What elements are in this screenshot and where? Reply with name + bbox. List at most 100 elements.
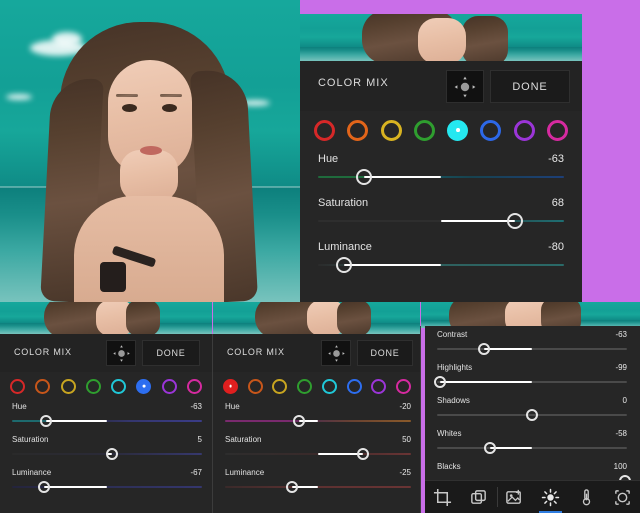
bottom-middle-photo-strip[interactable] xyxy=(213,302,420,334)
panel-header: COLOR MIX DONE xyxy=(300,61,582,111)
slider-whites[interactable]: Whites -58 xyxy=(437,429,627,462)
slider-thumb[interactable] xyxy=(477,343,490,355)
slider-label: Hue xyxy=(12,402,27,411)
color-swatch-blue[interactable] xyxy=(480,119,502,141)
slider-track[interactable] xyxy=(437,348,627,350)
slider-label: Luminance xyxy=(225,468,265,477)
slider-luminance[interactable]: Luminance -67 xyxy=(12,468,202,501)
done-button[interactable]: DONE xyxy=(357,340,413,366)
target-select-button[interactable] xyxy=(106,340,136,366)
slider-track[interactable] xyxy=(225,486,411,488)
color-swatch-yellow[interactable] xyxy=(272,378,288,394)
slider-value: -63 xyxy=(190,402,202,411)
color-swatch-yellow[interactable] xyxy=(60,378,76,394)
color-mix-panel-middle: COLOR MIX DONE Hue -20 Saturation 50 Luminan… xyxy=(213,334,420,513)
slider-thumb[interactable] xyxy=(433,376,446,388)
slider-shadows[interactable]: Shadows 0 xyxy=(437,396,627,429)
toolbar-layers-button[interactable] xyxy=(461,481,497,513)
layers-icon xyxy=(471,489,487,504)
edit-tools-toolbar[interactable] xyxy=(425,480,640,513)
color-swatch-magenta[interactable] xyxy=(186,378,202,394)
color-swatch-blue[interactable] xyxy=(136,378,152,394)
done-button[interactable]: DONE xyxy=(142,340,200,366)
color-swatch-blue[interactable] xyxy=(346,378,362,394)
toolbar-healing-button[interactable] xyxy=(496,481,533,513)
slider-label: Whites xyxy=(437,429,462,438)
toolbar-light-button[interactable] xyxy=(532,481,568,513)
color-swatch-orange[interactable] xyxy=(35,378,51,394)
done-button-label: DONE xyxy=(512,80,548,93)
slider-thumb[interactable] xyxy=(105,448,118,460)
slider-hue[interactable]: Hue -63 xyxy=(318,153,564,197)
slider-saturation[interactable]: Saturation 68 xyxy=(318,197,564,241)
color-swatch-green[interactable] xyxy=(297,378,313,394)
bottom-left-photo-strip[interactable] xyxy=(0,302,212,334)
slider-thumb[interactable] xyxy=(285,481,298,493)
color-swatch-orange[interactable] xyxy=(247,378,263,394)
slider-saturation[interactable]: Saturation 50 xyxy=(225,435,411,468)
color-mix-panel-left: COLOR MIX DONE Hue -63 Saturation 5 Luminanc… xyxy=(0,334,212,513)
slider-contrast[interactable]: Contrast -63 xyxy=(437,330,627,363)
slider-thumb[interactable] xyxy=(484,442,497,454)
color-swatch-aqua[interactable] xyxy=(447,119,469,141)
slider-thumb[interactable] xyxy=(355,169,372,185)
color-swatch-row[interactable] xyxy=(314,115,568,145)
slider-thumb[interactable] xyxy=(40,415,53,427)
slider-track[interactable] xyxy=(225,420,411,422)
color-swatch-aqua[interactable] xyxy=(321,378,337,394)
color-swatch-green[interactable] xyxy=(85,378,101,394)
color-swatch-red[interactable] xyxy=(314,119,335,141)
editor-photo-canvas[interactable] xyxy=(0,0,300,302)
panel-title: COLOR MIX xyxy=(227,347,285,357)
slider-saturation[interactable]: Saturation 5 xyxy=(12,435,202,468)
panel-divider xyxy=(212,334,213,513)
photo-subject-brow xyxy=(116,94,138,97)
slider-luminance[interactable]: Luminance -25 xyxy=(225,468,411,501)
slider-track[interactable] xyxy=(437,447,627,449)
slider-thumb[interactable] xyxy=(335,257,352,273)
toolbar-effects-button[interactable] xyxy=(604,481,640,513)
slider-thumb[interactable] xyxy=(526,409,538,421)
panel-header: COLOR MIX DONE xyxy=(213,334,420,372)
color-swatch-row[interactable] xyxy=(223,374,411,398)
color-swatch-purple[interactable] xyxy=(371,378,387,394)
slider-thumb[interactable] xyxy=(506,213,523,229)
toolbar-color-button[interactable] xyxy=(568,481,604,513)
target-select-button[interactable] xyxy=(321,340,351,366)
color-swatch-magenta[interactable] xyxy=(546,119,568,141)
toolbar-crop-button[interactable] xyxy=(425,481,461,513)
slider-thumb[interactable] xyxy=(293,415,306,427)
slider-value: 0 xyxy=(622,396,627,405)
bottom-right-photo-strip[interactable] xyxy=(421,302,640,328)
color-swatch-magenta[interactable] xyxy=(395,378,411,394)
slider-thumb[interactable] xyxy=(356,448,369,460)
color-swatch-red[interactable] xyxy=(10,378,25,394)
slider-label: Luminance xyxy=(12,468,52,477)
color-swatch-red[interactable] xyxy=(223,378,238,394)
color-swatch-purple[interactable] xyxy=(161,378,177,394)
slider-group: Hue -63 Saturation 68 Luminance -80 xyxy=(318,153,564,285)
target-move-icon xyxy=(112,344,130,362)
slider-fill xyxy=(483,348,532,350)
slider-highlights[interactable]: Highlights -99 xyxy=(433,363,627,396)
color-swatch-yellow[interactable] xyxy=(380,119,402,141)
photo-subject-skin xyxy=(418,18,466,61)
slider-luminance[interactable]: Luminance -80 xyxy=(318,241,564,285)
color-swatch-orange[interactable] xyxy=(347,119,369,141)
color-swatch-aqua[interactable] xyxy=(111,378,127,394)
photo-subject-brow xyxy=(160,94,182,97)
slider-fill xyxy=(439,381,532,383)
slider-hue[interactable]: Hue -63 xyxy=(12,402,202,435)
slider-thumb[interactable] xyxy=(38,481,51,493)
target-move-icon xyxy=(454,76,476,97)
color-swatch-purple[interactable] xyxy=(513,119,535,141)
color-mix-panel-main: COLOR MIX DONE Hue -63 Saturation 68 Luminan… xyxy=(300,61,582,302)
slider-value: -20 xyxy=(399,402,411,411)
main-panel-photo-strip[interactable] xyxy=(300,14,582,61)
target-select-button[interactable] xyxy=(446,70,484,103)
done-button[interactable]: DONE xyxy=(490,70,570,103)
color-swatch-row[interactable] xyxy=(10,374,202,398)
slider-fill xyxy=(44,486,107,488)
color-swatch-green[interactable] xyxy=(413,119,435,141)
slider-hue[interactable]: Hue -20 xyxy=(225,402,411,435)
